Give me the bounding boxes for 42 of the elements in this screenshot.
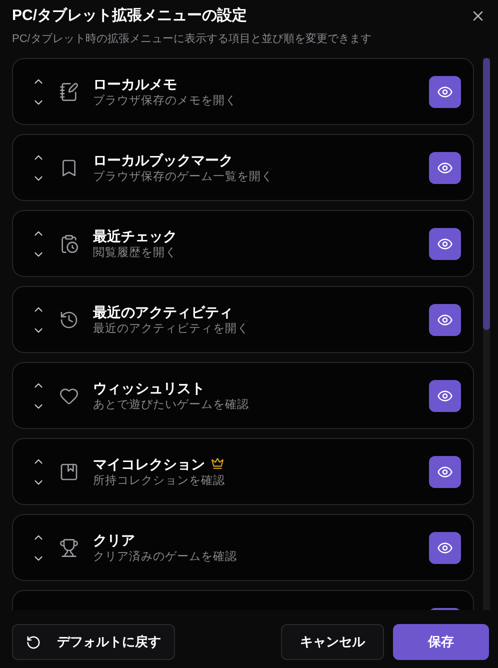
item-title: ローカルメモ	[93, 74, 177, 92]
dialog-subtitle: PC/タブレット時の拡張メニューに表示する項目と並び順を変更できます	[12, 32, 372, 47]
dialog-title: PC/タブレット拡張メニューの設定	[12, 6, 248, 26]
item-title: ローカルブックマーク	[93, 150, 233, 168]
eye-icon	[437, 312, 453, 328]
item-title: ウィッシュリスト	[93, 378, 205, 396]
eye-icon	[437, 236, 453, 252]
album-icon	[59, 462, 79, 482]
item-description: あとで遊びたいゲームを確認	[93, 398, 250, 412]
item-description: 所持コレクションを確認	[93, 474, 226, 488]
heart-icon	[59, 386, 79, 406]
eye-icon	[437, 540, 453, 556]
trophy-icon	[59, 538, 79, 558]
eye-icon	[437, 388, 453, 404]
notebook-pen-icon	[59, 82, 79, 102]
scrollbar-thumb[interactable]	[483, 58, 490, 330]
visibility-toggle[interactable]	[429, 76, 461, 108]
visibility-toggle[interactable]	[429, 456, 461, 488]
visibility-toggle[interactable]	[429, 228, 461, 260]
cancel-button[interactable]: キャンセル	[281, 624, 384, 660]
item-title: 最近のアクティビティ	[93, 302, 233, 320]
scrollbar[interactable]	[483, 58, 490, 610]
visibility-toggle[interactable]	[429, 380, 461, 412]
item-title: クリア	[93, 530, 135, 548]
visibility-toggle[interactable]	[429, 532, 461, 564]
save-button[interactable]: 保存	[393, 624, 489, 660]
item-description: ブラウザ保存のゲーム一覧を開く	[93, 170, 274, 184]
reset-icon	[26, 634, 41, 650]
item-description: 閲覧履歴を開く	[93, 246, 178, 260]
eye-icon	[437, 160, 453, 176]
item-title: 最近チェック	[93, 226, 177, 244]
visibility-toggle[interactable]	[429, 304, 461, 336]
item-title: マイコレクション	[93, 454, 205, 472]
visibility-toggle[interactable]	[429, 152, 461, 184]
reset-button[interactable]: デフォルトに戻す	[12, 624, 175, 660]
eye-icon	[437, 84, 453, 100]
eye-icon	[437, 464, 453, 480]
item-description: 最近のアクティビティを開く	[93, 322, 250, 336]
history-icon	[59, 310, 79, 330]
item-description: ブラウザ保存のメモを開く	[93, 94, 238, 108]
clipboard-clock-icon	[59, 234, 79, 254]
item-description: クリア済みのゲームを確認	[93, 550, 238, 564]
